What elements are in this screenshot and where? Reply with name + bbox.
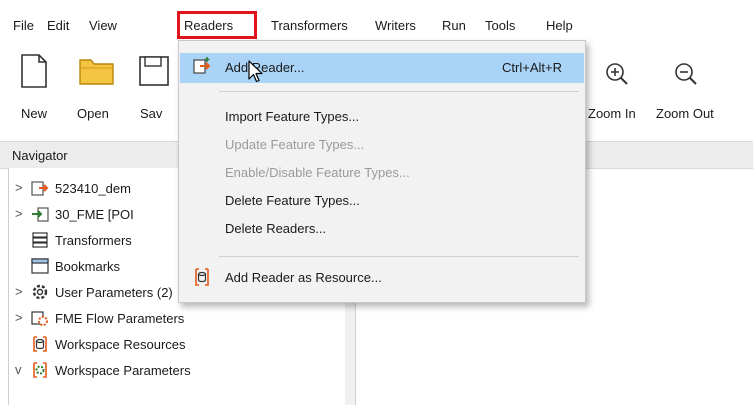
menu-item-import-feature-types[interactable]: Import Feature Types...: [180, 102, 584, 132]
menu-item-label: Update Feature Types...: [225, 137, 365, 152]
zoom-in-button[interactable]: Zoom In: [588, 40, 650, 138]
expand-arrow-icon[interactable]: >: [15, 180, 23, 195]
open-button[interactable]: Open: [74, 40, 130, 138]
menu-bar: File Edit View Readers Transformers Writ…: [0, 0, 753, 40]
menu-item-update-feature-types: Update Feature Types...: [180, 130, 584, 160]
menu-item-delete-feature-types[interactable]: Delete Feature Types...: [180, 186, 584, 216]
menu-separator: [219, 256, 579, 257]
menu-item-label: Add Reader as Resource...: [225, 270, 382, 285]
new-file-icon: [21, 54, 47, 88]
collapse-arrow-icon[interactable]: v: [15, 362, 22, 377]
tree-label: Transformers: [55, 233, 132, 248]
save-button[interactable]: Sav: [136, 40, 178, 138]
zoom-out-label: Zoom Out: [656, 106, 714, 121]
menu-help[interactable]: Help: [546, 18, 573, 33]
menu-item-label: Import Feature Types...: [225, 109, 360, 124]
menu-item-label: Delete Readers...: [225, 221, 327, 236]
add-reader-icon: [193, 57, 211, 74]
mouse-cursor-icon: [248, 60, 263, 83]
tree-item-workspace-parameters[interactable]: v Workspace Parameters: [9, 358, 339, 384]
tree-item-flow-parameters[interactable]: > FME Flow Parameters: [9, 306, 339, 332]
tree-label: User Parameters (2): [55, 285, 173, 300]
folder-icon: [79, 59, 114, 85]
tree-item-workspace-resources[interactable]: Workspace Resources: [9, 332, 339, 358]
save-label: Sav: [140, 106, 163, 121]
menu-transformers[interactable]: Transformers: [271, 18, 348, 33]
menu-writers[interactable]: Writers: [375, 18, 416, 33]
menu-item-enable-disable-feature-types: Enable/Disable Feature Types...: [180, 158, 584, 188]
menu-edit[interactable]: Edit: [47, 18, 69, 33]
transformers-icon: [32, 232, 48, 248]
new-label: New: [21, 106, 48, 121]
tree-label: FME Flow Parameters: [55, 311, 185, 326]
expand-arrow-icon[interactable]: >: [15, 206, 23, 221]
zoom-out-button[interactable]: Zoom Out: [656, 40, 753, 138]
zoom-out-icon: [675, 63, 697, 85]
flow-parameters-icon: [31, 311, 48, 326]
reader-icon: [31, 181, 49, 196]
reader-resource-icon: [195, 268, 209, 286]
writer-icon: [32, 207, 49, 222]
shortcut-label: Ctrl+Alt+R: [502, 60, 562, 75]
tree-label: 523410_dem: [55, 181, 131, 196]
readers-dropdown-menu: Add Reader... Ctrl+Alt+R Import Feature …: [178, 40, 586, 303]
expand-arrow-icon[interactable]: >: [15, 310, 23, 325]
menu-view[interactable]: View: [89, 18, 117, 33]
tree-label: Workspace Resources: [55, 337, 186, 352]
menu-item-delete-readers[interactable]: Delete Readers...: [180, 214, 584, 244]
menu-separator: [219, 91, 579, 92]
tree-label: Bookmarks: [55, 259, 121, 274]
bookmark-icon: [31, 258, 49, 274]
menu-file[interactable]: File: [13, 18, 34, 33]
gear-icon: [32, 284, 48, 300]
zoom-in-label: Zoom In: [588, 106, 636, 121]
menu-item-add-reader[interactable]: Add Reader... Ctrl+Alt+R: [180, 53, 584, 83]
menu-tools[interactable]: Tools: [485, 18, 515, 33]
new-button[interactable]: New: [14, 40, 64, 138]
tree-label: Workspace Parameters: [55, 363, 191, 378]
menu-item-add-reader-as-resource[interactable]: Add Reader as Resource...: [180, 263, 584, 293]
menu-item-label: Delete Feature Types...: [225, 193, 360, 208]
zoom-in-icon: [606, 63, 628, 85]
expand-arrow-icon[interactable]: >: [15, 284, 23, 299]
menu-run[interactable]: Run: [442, 18, 466, 33]
navigator-title: Navigator: [12, 148, 68, 163]
menu-item-label: Add Reader...: [225, 60, 305, 75]
tree-label: 30_FME [POI: [55, 207, 134, 222]
resources-icon: [33, 336, 47, 352]
save-icon: [139, 56, 169, 86]
open-label: Open: [77, 106, 109, 121]
menu-item-label: Enable/Disable Feature Types...: [225, 165, 410, 180]
readers-highlight-box: [177, 11, 257, 39]
workspace-parameters-icon: [33, 362, 47, 378]
